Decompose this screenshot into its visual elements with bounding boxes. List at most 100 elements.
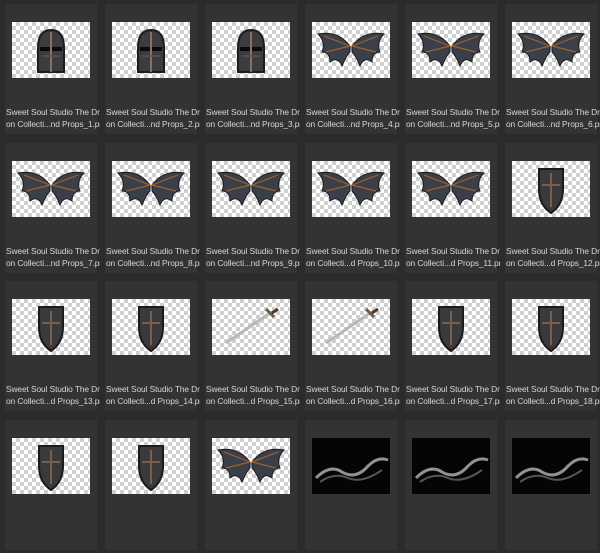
smoke-icon	[312, 438, 390, 494]
file-name-line-2: on Collecti...d Props_11.png	[406, 257, 500, 268]
thumbnail-image	[312, 299, 390, 355]
dragon-wings-icon	[312, 161, 390, 217]
smoke-icon	[412, 438, 490, 494]
thumbnail-image	[212, 160, 290, 217]
thumbnail-image	[512, 437, 590, 494]
file-name-line-2: on Collecti...d Props_17.png	[406, 396, 500, 406]
file-name-line-2: on Collecti...nd Props_1.png	[6, 119, 100, 129]
dragon-wings-icon	[512, 22, 590, 78]
file-name-line-1: Sweet Soul Studio The Drag	[206, 245, 300, 256]
file-name: Sweet Soul Studio The Drag on Collecti...…	[106, 106, 200, 130]
file-thumbnail-item[interactable]: Sweet Soul Studio The Drag on Collecti...…	[502, 277, 600, 414]
thumbnail-image	[412, 22, 490, 78]
helmet-icon	[212, 22, 290, 78]
thumbnail-image	[112, 160, 190, 217]
file-thumbnail-item[interactable]: Sweet Soul Studio The Drag on Collecti...…	[502, 0, 600, 137]
thumbnail-image	[412, 437, 490, 494]
dragon-wings-icon	[12, 161, 90, 217]
thumbnail-image	[12, 437, 90, 494]
file-thumbnail-item[interactable]: Sweet Soul Studio The Drag on Collecti...…	[302, 0, 400, 137]
thumbnail-image	[12, 22, 90, 78]
shield-icon	[12, 438, 90, 494]
dragon-wings-icon	[112, 161, 190, 217]
file-thumbnail-grid: Sweet Soul Studio The Drag on Collecti...…	[0, 0, 600, 550]
file-name-line-1: Sweet Soul Studio The Drag	[306, 107, 400, 117]
shield-icon	[112, 438, 190, 494]
dragon-wings-icon	[412, 22, 490, 78]
file-thumbnail-item[interactable]: Sweet Soul Studio The Drag on Collecti...…	[402, 139, 500, 276]
file-name-line-2: on Collecti...nd Props_9.png	[206, 257, 300, 268]
thumbnail-image	[512, 22, 590, 78]
shield-icon	[412, 299, 490, 355]
dragon-wings-icon	[212, 161, 290, 217]
file-thumbnail-item[interactable]	[102, 416, 200, 553]
thumbnail-image	[312, 437, 390, 494]
file-thumbnail-item[interactable]	[2, 416, 100, 553]
file-name-line-1: Sweet Soul Studio The Drag	[6, 245, 100, 256]
file-name-line-1: Sweet Soul Studio The Drag	[406, 107, 500, 117]
helmet-icon	[12, 22, 90, 78]
file-thumbnail-item[interactable]: Sweet Soul Studio The Drag on Collecti...…	[402, 277, 500, 414]
file-name-line-2: on Collecti...d Props_13.png	[6, 396, 100, 406]
file-thumbnail-item[interactable]: Sweet Soul Studio The Drag on Collecti...…	[2, 0, 100, 137]
file-name-line-1: Sweet Soul Studio The Drag	[106, 245, 200, 256]
thumbnail-image	[312, 22, 390, 78]
file-thumbnail-item[interactable]: Sweet Soul Studio The Drag on Collecti...…	[302, 277, 400, 414]
file-name-line-2: on Collecti...nd Props_8.png	[106, 257, 200, 268]
thumbnail-image	[212, 22, 290, 78]
file-thumbnail-item[interactable]: Sweet Soul Studio The Drag on Collecti...…	[2, 139, 100, 276]
file-thumbnail-item[interactable]: Sweet Soul Studio The Drag on Collecti...…	[102, 277, 200, 414]
file-name-line-1: Sweet Soul Studio The Drag	[306, 245, 400, 256]
file-name: Sweet Soul Studio The Drag on Collecti...…	[306, 383, 400, 407]
file-name-line-2: on Collecti...nd Props_7.png	[6, 257, 100, 268]
file-name: Sweet Soul Studio The Drag on Collecti...…	[306, 106, 400, 130]
file-thumbnail-item[interactable]: Sweet Soul Studio The Drag on Collecti...…	[402, 0, 500, 137]
thumbnail-image	[12, 299, 90, 355]
file-name-line-2: on Collecti...d Props_12.png	[506, 257, 600, 268]
shield-icon	[512, 161, 590, 217]
file-name: Sweet Soul Studio The Drag on Collecti...…	[6, 383, 100, 407]
helmet-icon	[112, 22, 190, 78]
shield-icon	[512, 299, 590, 355]
file-name-line-2: on Collecti...d Props_10.png	[306, 257, 400, 268]
file-name-line-2: on Collecti...nd Props_5.png	[406, 119, 500, 129]
file-thumbnail-item[interactable]: Sweet Soul Studio The Drag on Collecti...…	[202, 139, 300, 276]
file-name: Sweet Soul Studio The Drag on Collecti...…	[206, 245, 300, 269]
thumbnail-image	[512, 160, 590, 217]
file-name: Sweet Soul Studio The Drag on Collecti...…	[306, 245, 400, 269]
file-thumbnail-item[interactable]	[502, 416, 600, 553]
file-name-line-1: Sweet Soul Studio The Drag	[6, 107, 100, 117]
thumbnail-image	[12, 160, 90, 217]
file-name-line-1: Sweet Soul Studio The Drag	[506, 107, 600, 117]
file-thumbnail-item[interactable]	[202, 416, 300, 553]
dragon-wings-icon	[312, 22, 390, 78]
file-name: Sweet Soul Studio The Drag on Collecti...…	[6, 245, 100, 269]
file-name-line-1: Sweet Soul Studio The Drag	[206, 107, 300, 117]
sword-icon	[312, 299, 390, 355]
thumbnail-image	[412, 299, 490, 355]
file-thumbnail-item[interactable]: Sweet Soul Studio The Drag on Collecti...…	[302, 139, 400, 276]
smoke-icon	[512, 438, 590, 494]
file-name: Sweet Soul Studio The Drag on Collecti...…	[506, 383, 600, 407]
thumbnail-image	[212, 437, 290, 494]
file-name-line-2: on Collecti...nd Props_6.png	[506, 119, 600, 129]
sword-icon	[212, 299, 290, 355]
file-name-line-1: Sweet Soul Studio The Drag	[106, 384, 200, 394]
file-thumbnail-item[interactable]	[302, 416, 400, 553]
file-name: Sweet Soul Studio The Drag on Collecti...…	[406, 245, 500, 269]
file-thumbnail-item[interactable]	[402, 416, 500, 553]
file-thumbnail-item[interactable]: Sweet Soul Studio The Drag on Collecti...…	[102, 139, 200, 276]
file-name-line-2: on Collecti...d Props_18.png	[506, 396, 600, 406]
file-name-line-2: on Collecti...d Props_16.png	[306, 396, 400, 406]
file-name-line-1: Sweet Soul Studio The Drag	[506, 384, 600, 394]
file-thumbnail-item[interactable]: Sweet Soul Studio The Drag on Collecti...…	[202, 277, 300, 414]
thumbnail-image	[412, 160, 490, 217]
file-thumbnail-item[interactable]: Sweet Soul Studio The Drag on Collecti...…	[102, 0, 200, 137]
thumbnail-image	[112, 22, 190, 78]
file-name-line-2: on Collecti...nd Props_2.png	[106, 119, 200, 129]
shield-icon	[12, 299, 90, 355]
thumbnail-image	[512, 299, 590, 355]
file-thumbnail-item[interactable]: Sweet Soul Studio The Drag on Collecti...…	[202, 0, 300, 137]
file-thumbnail-item[interactable]: Sweet Soul Studio The Drag on Collecti...…	[502, 139, 600, 276]
file-thumbnail-item[interactable]: Sweet Soul Studio The Drag on Collecti...…	[2, 277, 100, 414]
